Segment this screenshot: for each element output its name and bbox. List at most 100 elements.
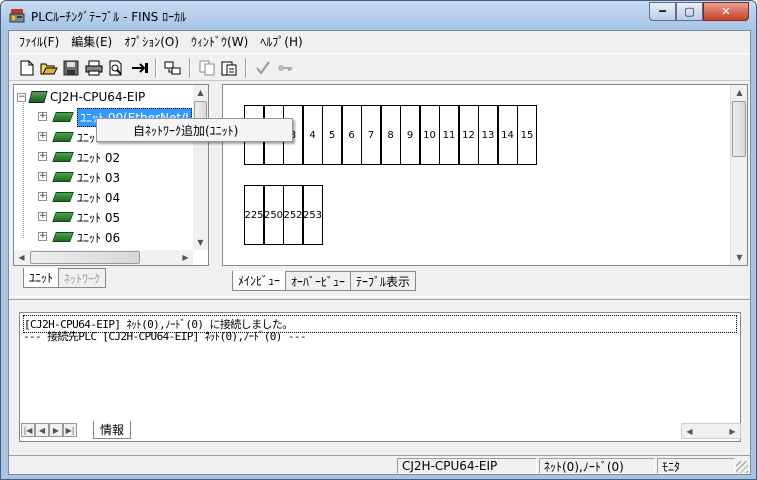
menu-edit[interactable]: 編集(E) xyxy=(65,33,118,50)
tree-horizontal-scrollbar[interactable]: ◀ ▶ xyxy=(14,250,193,265)
plc-app-icon xyxy=(9,9,25,23)
slot-cell[interactable]: 4 xyxy=(302,105,323,165)
context-menu-item-add-network[interactable]: 自ﾈｯﾄﾜｰｸ追加(ﾕﾆｯﾄ) xyxy=(133,122,238,139)
expand-icon[interactable]: + xyxy=(38,212,47,221)
print-button[interactable] xyxy=(84,58,104,78)
slot-cell[interactable]: 7 xyxy=(361,105,381,165)
menu-help[interactable]: ﾍﾙﾌﾟ(H) xyxy=(254,33,308,50)
check-icon xyxy=(256,61,270,75)
menu-window[interactable]: ｳｨﾝﾄﾞｳ(W) xyxy=(185,33,254,50)
tree-unit-03[interactable]: + ﾕﾆｯﾄ 03 xyxy=(38,168,120,186)
tree-root-node[interactable]: − CJ2H-CPU64-EIP xyxy=(17,88,145,106)
expand-icon[interactable]: + xyxy=(38,152,47,161)
main-vertical-scrollbar[interactable]: ▲ ▼ xyxy=(730,85,747,265)
compare-icon xyxy=(164,61,181,75)
expand-icon[interactable]: + xyxy=(38,112,47,121)
slot-cell[interactable]: 6 xyxy=(341,105,362,165)
tree-unit-06[interactable]: + ﾕﾆｯﾄ 06 xyxy=(38,228,120,246)
collapse-icon[interactable]: − xyxy=(17,92,26,102)
tree-unit-04[interactable]: + ﾕﾆｯﾄ 04 xyxy=(38,188,120,206)
menu-file[interactable]: ﾌｧｲﾙ(F) xyxy=(13,33,65,50)
slot-cell[interactable]: 11 xyxy=(439,105,459,165)
slot-cell[interactable]: 14 xyxy=(497,105,518,165)
expand-icon[interactable]: + xyxy=(38,172,47,181)
scroll-down-icon[interactable]: ▼ xyxy=(193,235,208,250)
window-title: PLCﾙｰﾁﾝｸﾞﾃｰﾌﾞﾙ - FINS ﾛｰｶﾙ xyxy=(31,10,187,24)
scroll-right-icon[interactable]: ▶ xyxy=(178,250,193,265)
main-view[interactable]: 123456789101112131415 225250252253 ▲ ▼ xyxy=(222,84,748,266)
last-tab-icon[interactable]: ▶| xyxy=(63,423,77,437)
unit-module-icon xyxy=(52,232,74,242)
first-tab-icon[interactable]: |◀ xyxy=(21,423,35,437)
tab-main-view[interactable]: ﾒｲﾝﾋﾞｭｰ xyxy=(232,271,287,291)
transfer-button[interactable] xyxy=(130,58,150,78)
scroll-up-icon[interactable]: ▲ xyxy=(732,85,747,100)
new-button[interactable] xyxy=(17,58,37,78)
scroll-left-icon[interactable]: ◀ xyxy=(14,250,29,265)
slot-cell[interactable]: 12 xyxy=(458,105,479,165)
application-window: PLCﾙｰﾁﾝｸﾞﾃｰﾌﾞﾙ - FINS ﾛｰｶﾙ ━ ▢ ✕ ﾌｧｲﾙ(F)… xyxy=(0,0,757,480)
tab-units[interactable]: ﾕﾆｯﾄ xyxy=(23,268,60,288)
title-bar[interactable]: PLCﾙｰﾁﾝｸﾞﾃｰﾌﾞﾙ - FINS ﾛｰｶﾙ ━ ▢ ✕ xyxy=(1,1,756,31)
prev-tab-icon[interactable]: ◀ xyxy=(35,423,49,437)
tree-unit-label: ﾕﾆｯﾄ 04 xyxy=(77,190,121,205)
scroll-thumb[interactable] xyxy=(30,251,140,264)
close-button[interactable]: ✕ xyxy=(703,2,749,21)
toolbar-separator xyxy=(189,58,191,78)
open-button[interactable] xyxy=(39,58,59,78)
maximize-button[interactable]: ▢ xyxy=(676,2,703,21)
check-button[interactable] xyxy=(253,58,273,78)
expand-icon[interactable]: + xyxy=(38,192,47,201)
print-icon xyxy=(85,60,103,76)
slot-cell[interactable]: 252 xyxy=(283,185,303,245)
menu-bar: ﾌｧｲﾙ(F) 編集(E) ｵﾌﾟｼｮﾝ(O) ｳｨﾝﾄﾞｳ(W) ﾍﾙﾌﾟ(H… xyxy=(9,31,750,52)
pane-splitter[interactable] xyxy=(9,296,750,300)
scroll-thumb[interactable] xyxy=(732,101,746,157)
minimize-icon: ━ xyxy=(659,5,666,18)
scroll-down-icon[interactable]: ▼ xyxy=(732,250,747,265)
left-tab-strip: ﾕﾆｯﾄ ﾈｯﾄﾜｰｸ xyxy=(23,268,107,288)
toolbar xyxy=(9,53,750,81)
slot-cell[interactable]: 225 xyxy=(244,185,264,245)
menu-options[interactable]: ｵﾌﾟｼｮﾝ(O) xyxy=(118,33,185,50)
tree-unit-05[interactable]: + ﾕﾆｯﾄ 05 xyxy=(38,208,120,226)
expand-icon[interactable]: + xyxy=(38,132,47,141)
scroll-right-icon[interactable]: ▶ xyxy=(725,424,740,439)
log-horizontal-scrollbar[interactable]: ◀ ▶ xyxy=(681,423,741,439)
tree-vertical-scrollbar[interactable]: ▲ ▼ xyxy=(193,85,208,250)
plc-cpu-icon xyxy=(28,91,48,103)
slot-cell[interactable]: 5 xyxy=(322,105,342,165)
toolbar-separator xyxy=(245,58,247,78)
tree-root-label: CJ2H-CPU64-EIP xyxy=(50,90,146,104)
expand-icon[interactable]: + xyxy=(38,232,47,241)
save-button[interactable] xyxy=(61,58,81,78)
log-tab-navigation: |◀ ◀ ▶ ▶| xyxy=(21,423,77,437)
context-menu: 自ﾈｯﾄﾜｰｸ追加(ﾕﾆｯﾄ) xyxy=(96,118,293,142)
print-preview-icon xyxy=(109,60,122,76)
print-preview-button[interactable] xyxy=(106,58,126,78)
copy-button[interactable] xyxy=(197,58,217,78)
slot-cell[interactable]: 253 xyxy=(302,185,323,245)
slot-cell[interactable]: 10 xyxy=(419,105,440,165)
compare-button[interactable] xyxy=(163,58,183,78)
status-bar: CJ2H-CPU64-EIP ﾈｯﾄ(0),ﾉｰﾄﾞ(0) ﾓﾆﾀ xyxy=(9,455,750,475)
slot-cell[interactable]: 8 xyxy=(380,105,401,165)
slot-cell[interactable]: 250 xyxy=(263,185,284,245)
resize-grip[interactable] xyxy=(736,461,748,473)
tab-network[interactable]: ﾈｯﾄﾜｰｸ xyxy=(58,268,107,288)
tab-info[interactable]: 情報 xyxy=(93,421,132,439)
next-tab-icon[interactable]: ▶ xyxy=(49,423,63,437)
tab-table-view[interactable]: ﾃｰﾌﾞﾙ表示 xyxy=(350,271,417,291)
tree-unit-02[interactable]: + ﾕﾆｯﾄ 02 xyxy=(38,148,120,166)
paste-button[interactable] xyxy=(219,58,239,78)
unit-tree[interactable]: − CJ2H-CPU64-EIP + ﾕﾆｯﾄ 00(EtherNet/I + … xyxy=(13,84,209,266)
slot-cell[interactable]: 13 xyxy=(478,105,498,165)
scroll-left-icon[interactable]: ◀ xyxy=(682,424,697,439)
slot-cell[interactable]: 15 xyxy=(517,105,537,165)
tab-over-view[interactable]: ｵｰﾊﾞｰﾋﾞｭｰ xyxy=(285,271,352,291)
key-button[interactable] xyxy=(275,58,295,78)
new-icon xyxy=(20,60,34,76)
minimize-button[interactable]: ━ xyxy=(649,2,676,21)
scroll-up-icon[interactable]: ▲ xyxy=(193,85,208,100)
slot-cell[interactable]: 9 xyxy=(400,105,420,165)
